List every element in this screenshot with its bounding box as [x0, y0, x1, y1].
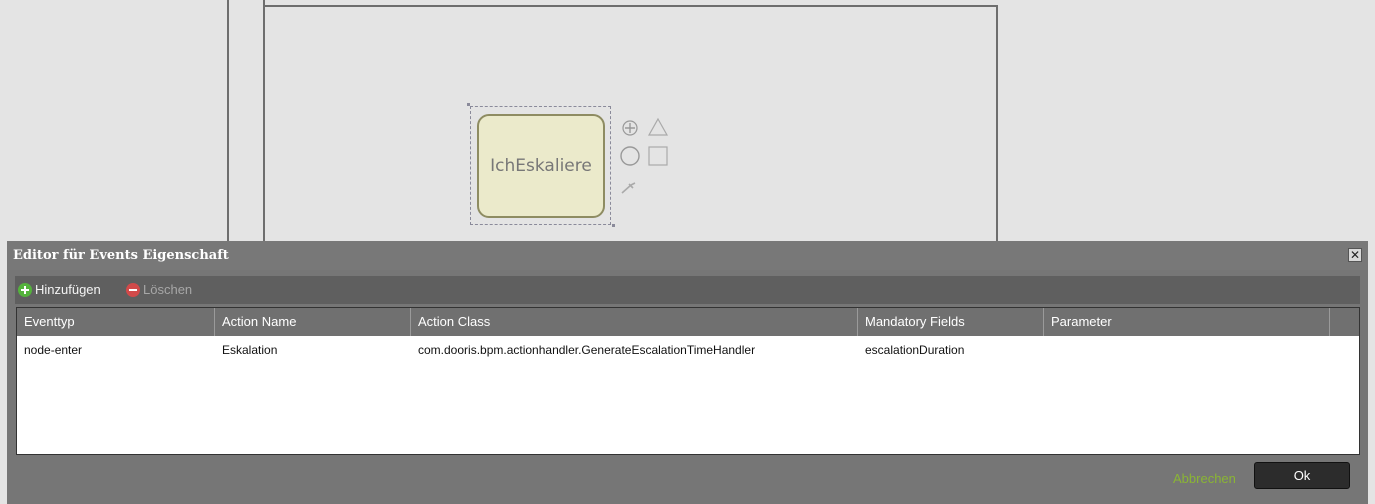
delete-button-label: Löschen: [143, 282, 193, 297]
events-grid: Eventtyp Action Name Action Class Mandat…: [16, 307, 1360, 455]
move-icon[interactable]: [620, 118, 640, 138]
pool-lane-border: [263, 0, 265, 270]
ok-button[interactable]: Ok: [1254, 462, 1350, 489]
pool-border-left: [227, 0, 229, 270]
add-button[interactable]: Hinzufügen: [18, 282, 101, 297]
column-header-parameter[interactable]: Parameter: [1044, 308, 1330, 336]
column-header-eventtyp[interactable]: Eventtyp: [17, 308, 215, 336]
pool-border-right: [996, 5, 998, 270]
cell-action-name[interactable]: Eskalation: [215, 336, 411, 364]
column-header-action-class[interactable]: Action Class: [411, 308, 858, 336]
task-label: IchEskaliere: [490, 156, 592, 176]
task-node[interactable]: IchEskaliere: [477, 114, 605, 218]
ok-button-label: Ok: [1293, 468, 1311, 483]
table-row[interactable]: node-enter Eskalation com.dooris.bpm.act…: [17, 336, 1359, 364]
column-header-mandatory-fields[interactable]: Mandatory Fields: [858, 308, 1044, 336]
cell-parameter[interactable]: [1044, 336, 1330, 364]
delete-button[interactable]: Löschen: [126, 282, 192, 297]
column-header-action-name[interactable]: Action Name: [215, 308, 411, 336]
wrench-icon[interactable]: [619, 180, 639, 196]
circle-icon[interactable]: [619, 145, 641, 167]
add-icon: [18, 282, 32, 297]
add-button-label: Hinzufügen: [35, 282, 101, 297]
dialog-title: Editor für Events Eigenschaft: [13, 248, 229, 263]
triangle-icon[interactable]: [647, 117, 669, 137]
grid-header: Eventtyp Action Name Action Class Mandat…: [17, 308, 1359, 336]
close-button[interactable]: ✕: [1348, 248, 1362, 262]
events-editor-dialog: Editor für Events Eigenschaft ✕ Hinzufüg…: [7, 241, 1368, 504]
square-icon[interactable]: [647, 145, 669, 167]
dialog-header[interactable]: Editor für Events Eigenschaft ✕: [7, 241, 1368, 270]
delete-icon: [126, 282, 140, 297]
selection-handle[interactable]: [467, 103, 470, 106]
dialog-toolbar: Hinzufügen Löschen: [15, 276, 1360, 304]
close-icon: ✕: [1349, 248, 1361, 262]
cell-eventtyp[interactable]: node-enter: [17, 336, 215, 364]
cancel-link[interactable]: Abbrechen: [1173, 471, 1236, 486]
cell-mandatory-fields[interactable]: escalationDuration: [858, 336, 1044, 364]
pool-border-top: [263, 5, 998, 7]
cell-action-class[interactable]: com.dooris.bpm.actionhandler.GenerateEsc…: [411, 336, 858, 364]
selection-handle[interactable]: [612, 224, 615, 227]
